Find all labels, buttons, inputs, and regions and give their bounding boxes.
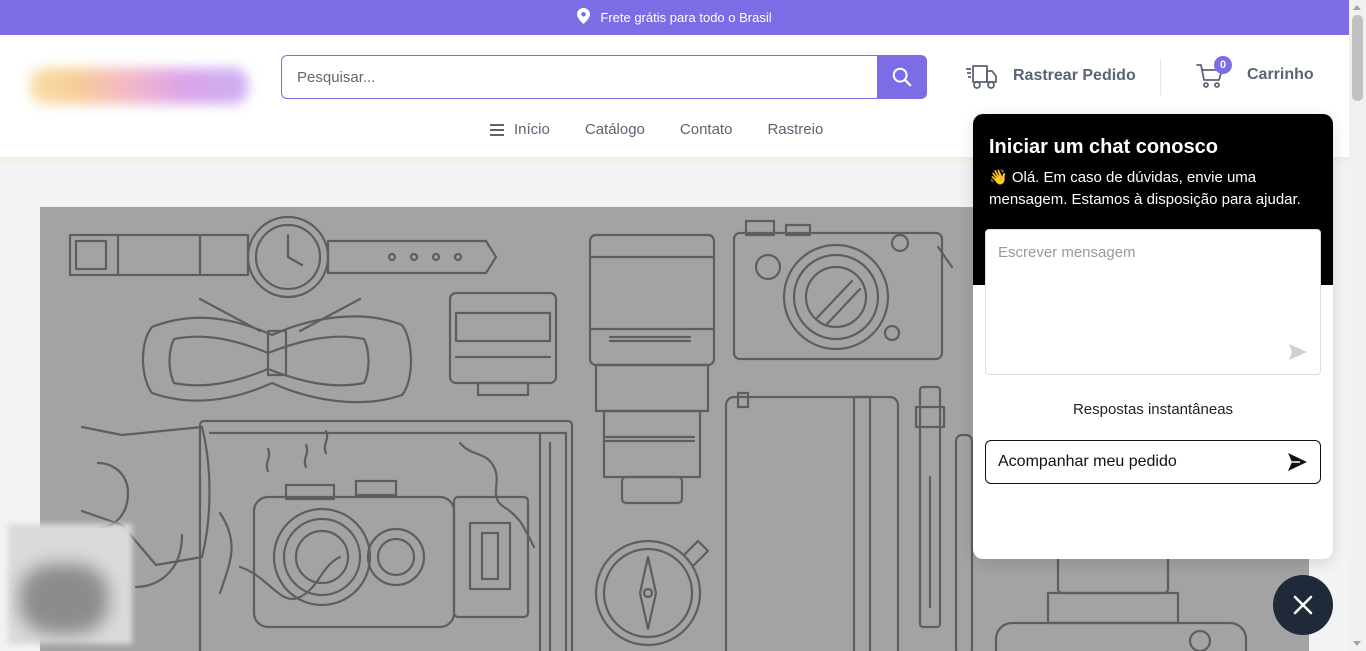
send-icon[interactable] <box>1288 342 1308 362</box>
promo-bar: Frete grátis para todo o Brasil <box>0 0 1349 35</box>
cart-label: Carrinho <box>1247 66 1314 83</box>
main-nav: Início Catálogo Contato Rastreio <box>490 121 858 138</box>
quick-replies-title: Respostas instantâneas <box>1072 401 1234 418</box>
chat-message-input[interactable]: Escrever mensagem <box>985 229 1321 375</box>
nav-item-contato[interactable]: Contato <box>680 121 733 138</box>
nav-item-inicio[interactable]: Início <box>490 121 550 138</box>
store-logo[interactable] <box>18 48 262 124</box>
scroll-down-arrow-icon[interactable] <box>1353 641 1361 646</box>
promo-text: Frete grátis para todo o Brasil <box>600 10 772 25</box>
chat-subtitle: 👋 Olá. Em caso de dúvidas, envie uma men… <box>989 169 1301 208</box>
header-divider <box>1160 59 1161 95</box>
search-icon <box>892 67 912 87</box>
nav-label: Contato <box>679 121 733 138</box>
send-arrow-icon <box>1288 453 1307 471</box>
delivery-truck-icon <box>966 65 997 89</box>
cart-count-badge: 0 <box>1214 56 1232 74</box>
search-button[interactable] <box>877 55 927 99</box>
search-input[interactable] <box>281 55 877 99</box>
hamburger-icon <box>490 123 504 136</box>
track-order-label: Rastrear Pedido <box>1013 67 1136 84</box>
close-icon <box>1293 595 1313 615</box>
nav-label: Início <box>514 121 550 138</box>
cart-link[interactable]: 0 Carrinho <box>1195 56 1314 90</box>
nav-label: Rastreio <box>767 121 824 138</box>
location-pin-icon <box>577 8 591 27</box>
cart-icon-wrap: 0 <box>1195 56 1232 90</box>
chat-close-button[interactable] <box>1273 575 1333 635</box>
nav-item-rastreio[interactable]: Rastreio <box>767 121 823 138</box>
scrollbar-thumb[interactable] <box>1352 15 1363 101</box>
quick-reply-button[interactable]: Acompanhar meu pedido <box>985 440 1321 484</box>
scroll-up-arrow-icon[interactable] <box>1353 5 1361 10</box>
page-scrollbar[interactable] <box>1349 0 1366 651</box>
quick-reply-label: Acompanhar meu pedido <box>998 453 1177 470</box>
track-order-link[interactable]: Rastrear Pedido <box>965 60 1136 92</box>
chat-title: Iniciar um chat conosco <box>989 136 1218 158</box>
chat-input-placeholder: Escrever mensagem <box>998 244 1136 261</box>
nav-label: Catálogo <box>584 121 645 138</box>
nav-item-catalogo[interactable]: Catálogo <box>585 121 645 138</box>
chat-widget: Iniciar um chat conosco 👋 Olá. Em caso d… <box>973 114 1333 559</box>
floating-widget-thumbnail[interactable] <box>8 524 132 644</box>
search-form <box>281 55 927 99</box>
